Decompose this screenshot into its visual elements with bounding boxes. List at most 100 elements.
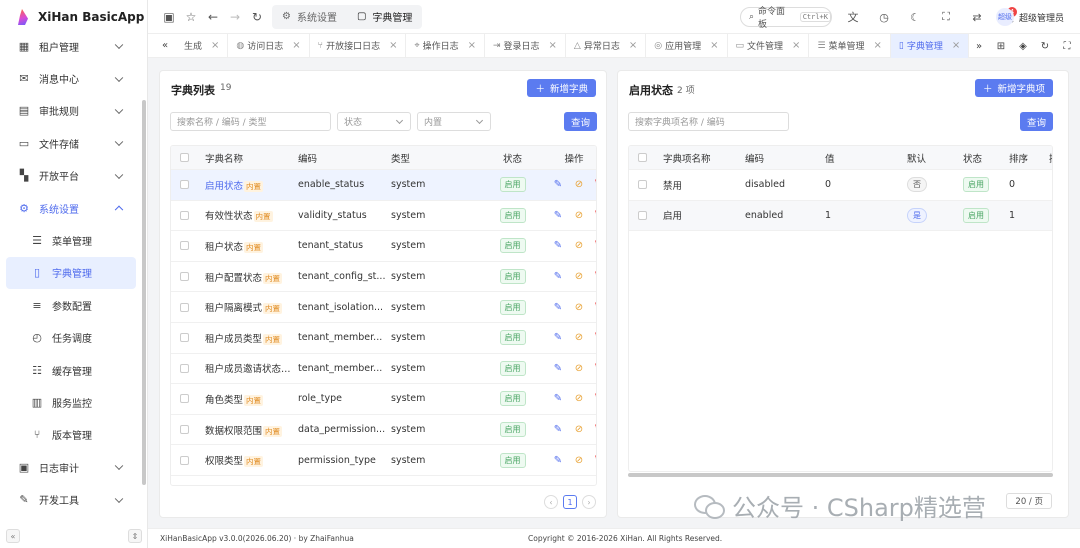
tab[interactable]: ⑂ 开放接口日志 ×: [310, 33, 407, 58]
sidebar-item[interactable]: ⚙ 系统设置: [0, 192, 142, 224]
user-menu[interactable]: 超级 超级管理员: [996, 8, 1064, 26]
sidebar-item[interactable]: ▥ 服务监控: [0, 386, 142, 418]
clock-icon[interactable]: ◷: [873, 6, 895, 28]
grid-icon[interactable]: ⊞: [994, 39, 1008, 53]
row-checkbox[interactable]: [180, 302, 189, 312]
close-icon[interactable]: ×: [549, 40, 557, 51]
table-row[interactable]: 租户配置状态 内置 tenant_config_st... system 启用 ✎…: [171, 262, 596, 293]
sidebar-item[interactable]: ☰ 菜单管理: [0, 224, 142, 256]
delete-icon[interactable]: 🗑︎: [594, 179, 596, 191]
select-all-checkbox[interactable]: [638, 153, 647, 162]
row-checkbox[interactable]: [180, 333, 189, 343]
table-row[interactable]: 租户成员类型 内置 tenant_member... system 启用 ✎ ⊘ …: [171, 323, 596, 354]
delete-icon[interactable]: 🗑︎: [594, 271, 596, 283]
disable-icon[interactable]: ⊘: [573, 393, 585, 405]
sidebar-item[interactable]: ▚ 开放平台: [0, 160, 142, 192]
tabs-scroll-left-icon[interactable]: «: [158, 39, 172, 53]
tab[interactable]: ◍ 访问日志 ×: [228, 33, 310, 58]
sidebar-toggle-icon[interactable]: ▣: [158, 6, 180, 28]
edit-icon[interactable]: ✎: [552, 179, 564, 191]
tab[interactable]: ◎ 应用管理 ×: [646, 33, 728, 58]
pin-icon[interactable]: ⇕: [128, 529, 142, 543]
disable-icon[interactable]: ⊘: [573, 240, 585, 252]
delete-icon[interactable]: 🗑︎: [594, 332, 596, 344]
tab[interactable]: 生成 ×: [176, 33, 229, 58]
tab[interactable]: ▯ 字典管理 ×: [890, 33, 970, 58]
star-icon[interactable]: ☆: [180, 6, 202, 28]
page-number[interactable]: 1: [563, 495, 577, 509]
delete-icon[interactable]: 🗑︎: [594, 454, 596, 466]
close-icon[interactable]: ×: [629, 40, 637, 51]
table-row[interactable]: 启用状态内置 enable_status system 启用 ✎ ⊘ 🗑︎: [171, 170, 596, 201]
row-checkbox[interactable]: [180, 180, 189, 190]
command-palette-button[interactable]: ⌕ 命令面板 Ctrl+K: [740, 7, 832, 30]
sidebar-item[interactable]: ▭ 文件存储: [0, 127, 142, 159]
row-checkbox[interactable]: [180, 425, 189, 435]
row-checkbox[interactable]: [180, 394, 189, 404]
row-checkbox[interactable]: [180, 210, 189, 220]
table-row[interactable]: 角色类型内置 role_type system 启用 ✎ ⊘ 🗑︎: [171, 384, 596, 415]
sidebar-item[interactable]: ⑂ 版本管理: [0, 419, 142, 451]
dict-name[interactable]: 启用状态: [205, 181, 243, 192]
maximize-icon[interactable]: ⛶: [1060, 39, 1074, 53]
fullscreen-icon[interactable]: ⛶: [935, 6, 957, 28]
add-dict-button[interactable]: ＋新增字典: [527, 79, 596, 97]
sidebar-item[interactable]: ☷ 缓存管理: [0, 354, 142, 386]
close-icon[interactable]: ×: [952, 40, 960, 51]
prev-page-icon[interactable]: ‹: [544, 495, 558, 509]
tab[interactable]: ▭ 文件管理 ×: [728, 33, 810, 58]
refresh-icon[interactable]: ↻: [246, 6, 268, 28]
disable-icon[interactable]: ⊘: [573, 179, 585, 191]
disable-icon[interactable]: ⊘: [573, 454, 585, 466]
tabs-scroll-right-icon[interactable]: »: [972, 39, 986, 53]
disable-icon[interactable]: ⊘: [573, 332, 585, 344]
row-checkbox[interactable]: [180, 241, 189, 251]
disable-icon[interactable]: ⊘: [573, 362, 585, 374]
sidebar-item[interactable]: ✎ 开发工具: [0, 483, 142, 515]
moon-icon[interactable]: ☾: [904, 6, 926, 28]
edit-icon[interactable]: ✎: [552, 362, 564, 374]
row-checkbox[interactable]: [638, 180, 647, 190]
table-row[interactable]: 租户成员邀请状态 内置 tenant_member... system 启用 ✎ …: [171, 354, 596, 385]
row-checkbox[interactable]: [180, 455, 189, 465]
edit-icon[interactable]: ✎: [552, 454, 564, 466]
edit-icon[interactable]: ✎: [552, 209, 564, 221]
close-icon[interactable]: ×: [468, 40, 476, 51]
search-input[interactable]: 搜索名称 / 编码 / 类型: [170, 112, 331, 131]
status-select[interactable]: 状态: [337, 112, 411, 131]
select-all-checkbox[interactable]: [180, 153, 189, 162]
close-icon[interactable]: ×: [874, 40, 882, 51]
close-icon[interactable]: ×: [389, 40, 397, 51]
sidebar-scrollbar[interactable]: [142, 100, 146, 485]
tab[interactable]: ☰ 菜单管理 ×: [809, 33, 891, 58]
horizontal-scrollbar[interactable]: [628, 473, 1053, 477]
delete-icon[interactable]: 🗑︎: [594, 424, 596, 436]
search-input[interactable]: 搜索字典项名称 / 编码: [628, 112, 789, 131]
next-page-icon[interactable]: ›: [582, 495, 596, 509]
tab[interactable]: ⌖ 操作日志 ×: [406, 33, 485, 58]
sidebar-item[interactable]: ◴ 任务调度: [0, 322, 142, 354]
sidebar-item[interactable]: ✉ 消息中心: [0, 62, 142, 94]
table-row[interactable]: 租户隔离模式 内置 tenant_isolation... system 启用 ✎…: [171, 292, 596, 323]
sidebar-item[interactable]: ▯ 字典管理: [6, 256, 136, 290]
table-row[interactable]: 启用 enabled 1 是 启用 1: [629, 200, 1052, 232]
sidebar-item[interactable]: ▣ 日志审计: [0, 451, 142, 483]
disable-icon[interactable]: ⊘: [573, 271, 585, 283]
disable-icon[interactable]: ⊘: [573, 424, 585, 436]
delete-icon[interactable]: 🗑︎: [594, 240, 596, 252]
tab[interactable]: ⇥ 登录日志 ×: [485, 33, 566, 58]
delete-icon[interactable]: 🗑︎: [594, 362, 596, 374]
delete-icon[interactable]: 🗑︎: [594, 301, 596, 313]
tab[interactable]: △ 异常日志 ×: [566, 33, 647, 58]
query-button[interactable]: 查询: [564, 112, 597, 131]
close-icon[interactable]: ×: [211, 40, 219, 51]
sidebar-item[interactable]: ▦ 租户管理: [0, 30, 142, 62]
edit-icon[interactable]: ✎: [552, 393, 564, 405]
add-dict-item-button[interactable]: ＋新增字典项: [974, 79, 1053, 97]
row-checkbox[interactable]: [180, 272, 189, 282]
builtin-select[interactable]: 内置: [417, 112, 491, 131]
table-row[interactable]: 权限类型内置 permission_type system 启用 ✎ ⊘ 🗑︎: [171, 445, 596, 476]
page-size-select[interactable]: 20 / 页: [1006, 493, 1052, 509]
row-checkbox[interactable]: [638, 210, 647, 220]
back-icon[interactable]: ←: [202, 6, 224, 28]
